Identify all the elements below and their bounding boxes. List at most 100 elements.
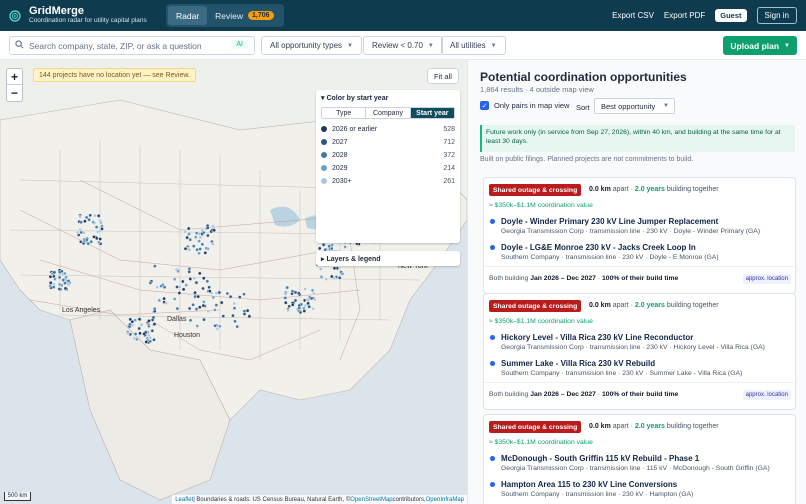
project-marker[interactable] (296, 291, 301, 295)
opportunity-type-select[interactable]: All opportunity types ▼ (261, 36, 362, 55)
project-marker[interactable] (162, 296, 166, 301)
project-marker[interactable] (201, 303, 206, 308)
project-marker[interactable] (228, 294, 233, 299)
project-item[interactable]: Hampton Area 115 to 230 kV Line Conversi… (490, 480, 693, 498)
project-marker[interactable] (96, 214, 101, 218)
project-marker[interactable] (217, 290, 222, 295)
project-marker[interactable] (196, 294, 200, 299)
project-marker[interactable] (197, 251, 201, 256)
project-name[interactable]: Doyle - Winder Primary 230 kV Line Jumpe… (501, 217, 760, 226)
project-marker[interactable] (152, 337, 156, 342)
project-marker[interactable] (200, 242, 205, 247)
project-marker[interactable] (242, 292, 246, 296)
project-marker[interactable] (231, 313, 235, 318)
map-view[interactable]: New York Los Angeles Dallas Houston + − … (0, 60, 467, 504)
project-marker[interactable] (187, 232, 191, 236)
project-marker[interactable] (213, 323, 217, 328)
project-marker[interactable] (343, 245, 347, 249)
project-marker[interactable] (207, 289, 212, 293)
project-marker[interactable] (211, 224, 215, 228)
project-marker[interactable] (79, 239, 83, 244)
project-marker[interactable] (137, 317, 142, 322)
project-marker[interactable] (144, 340, 148, 344)
project-item[interactable]: McDonough - South Griffin 115 kV Rebuild… (490, 454, 770, 472)
project-marker[interactable] (184, 283, 188, 287)
project-marker[interactable] (318, 267, 323, 271)
project-marker[interactable] (79, 220, 83, 225)
project-marker[interactable] (321, 243, 326, 247)
project-marker[interactable] (133, 318, 137, 322)
project-marker[interactable] (98, 237, 102, 241)
project-marker[interactable] (310, 288, 315, 293)
project-marker[interactable] (303, 287, 308, 291)
project-marker[interactable] (95, 229, 100, 234)
project-name[interactable]: Summer Lake - Villa Rica 230 kV Rebuild (501, 359, 742, 368)
project-marker[interactable] (142, 332, 146, 336)
project-marker[interactable] (181, 287, 186, 292)
project-marker[interactable] (329, 274, 334, 279)
project-marker[interactable] (161, 282, 165, 287)
project-marker[interactable] (286, 308, 290, 313)
project-marker[interactable] (327, 244, 331, 249)
project-marker[interactable] (193, 235, 198, 239)
project-marker[interactable] (194, 307, 199, 311)
project-marker[interactable] (95, 236, 99, 241)
tab-radar[interactable]: Radar (168, 6, 208, 25)
legend-row[interactable]: 2027 712 (321, 136, 455, 148)
project-marker[interactable] (188, 318, 193, 323)
project-marker[interactable] (213, 308, 217, 312)
project-item[interactable]: Doyle - Winder Primary 230 kV Line Jumpe… (490, 217, 760, 235)
upload-plan-button[interactable]: Upload plan ▼ (723, 36, 797, 55)
project-marker[interactable] (233, 319, 237, 324)
project-marker[interactable] (242, 312, 247, 316)
project-marker[interactable] (195, 324, 199, 328)
project-marker[interactable] (93, 213, 97, 218)
project-marker[interactable] (211, 295, 216, 300)
project-marker[interactable] (219, 300, 224, 305)
project-marker[interactable] (128, 322, 132, 327)
project-marker[interactable] (201, 286, 205, 291)
project-marker[interactable] (185, 235, 189, 240)
legend-row[interactable]: 2028 372 (321, 149, 455, 161)
project-marker[interactable] (340, 272, 345, 276)
project-marker[interactable] (332, 266, 337, 271)
project-marker[interactable] (319, 274, 324, 279)
project-marker[interactable] (237, 295, 242, 299)
project-name[interactable]: McDonough - South Griffin 115 kV Rebuild… (501, 454, 770, 463)
project-marker[interactable] (177, 291, 182, 295)
project-item[interactable]: Doyle - LG&E Monroe 230 kV - Jacks Creek… (490, 243, 719, 261)
legend-tab-company[interactable]: Company (366, 108, 411, 118)
project-marker[interactable] (183, 246, 188, 251)
project-marker[interactable] (188, 277, 193, 281)
leaflet-link[interactable]: Leaflet (175, 497, 193, 503)
project-marker[interactable] (283, 296, 288, 300)
project-marker[interactable] (157, 298, 162, 303)
project-marker[interactable] (148, 335, 153, 340)
project-marker[interactable] (305, 297, 309, 302)
project-marker[interactable] (293, 298, 298, 303)
ai-badge[interactable]: AI (231, 40, 248, 49)
project-marker[interactable] (330, 243, 334, 248)
project-marker[interactable] (296, 308, 301, 313)
project-marker[interactable] (146, 322, 151, 327)
project-marker[interactable] (188, 237, 192, 242)
project-marker[interactable] (94, 225, 99, 229)
project-marker[interactable] (290, 289, 295, 293)
project-marker[interactable] (186, 226, 191, 231)
project-marker[interactable] (201, 276, 206, 280)
project-marker[interactable] (89, 239, 93, 244)
project-marker[interactable] (164, 301, 168, 306)
project-marker[interactable] (137, 326, 141, 331)
project-name[interactable]: Hampton Area 115 to 230 kV Line Conversi… (501, 480, 693, 489)
project-marker[interactable] (139, 323, 144, 327)
project-name[interactable]: Doyle - LG&E Monroe 230 kV - Jacks Creek… (501, 243, 719, 252)
project-marker[interactable] (66, 282, 71, 287)
opportunity-card[interactable]: Shared outage & crossing 0.0 km apart · 2… (483, 414, 796, 504)
project-marker[interactable] (155, 285, 159, 289)
project-marker[interactable] (57, 282, 62, 287)
project-marker[interactable] (193, 290, 197, 295)
export-pdf-button[interactable]: Export PDF (664, 11, 705, 20)
project-marker[interactable] (63, 286, 68, 291)
legend-heading[interactable]: ▾ Color by start year (321, 94, 455, 102)
sort-select[interactable]: Best opportunity ▼ (594, 98, 675, 114)
